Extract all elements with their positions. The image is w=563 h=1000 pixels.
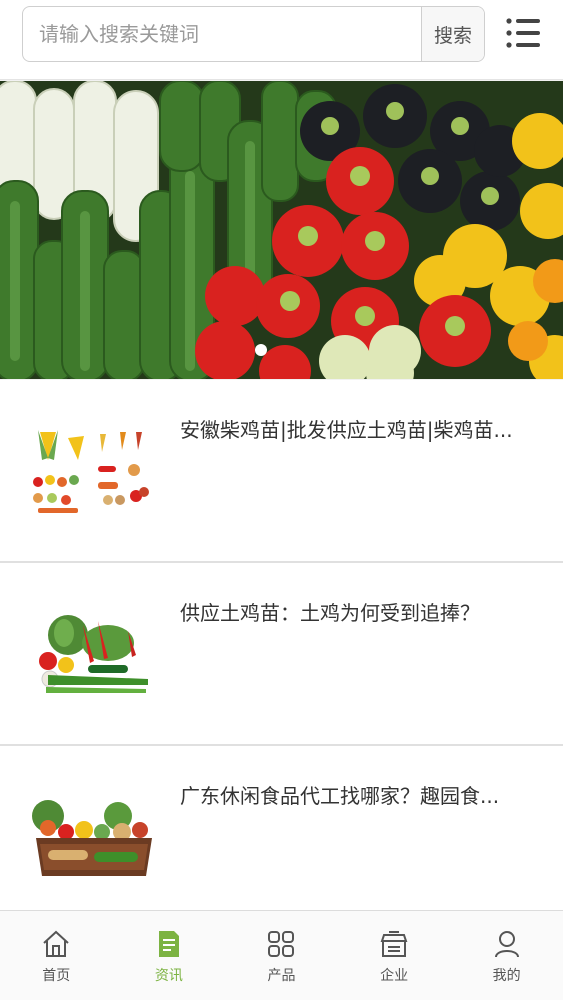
list-menu-icon[interactable] (503, 13, 543, 53)
tab-label: 首页 (42, 968, 71, 984)
banner-image (0, 81, 563, 379)
news-item[interactable]: 广东休闲食品代工找哪家？趣园食... (0, 746, 563, 929)
store-icon (380, 931, 408, 957)
news-title[interactable]: 安徽柴鸡苗|批发供应土鸡苗|柴鸡苗... (180, 414, 540, 443)
bottom-tab-bar: 首页 资讯 产品 企业 我的 (0, 910, 563, 1000)
grid-icon (268, 931, 295, 957)
search-button[interactable]: 搜索 (421, 7, 484, 61)
user-icon (494, 931, 519, 958)
tab-home[interactable]: 首页 (0, 911, 113, 1000)
tab-label: 资讯 (154, 968, 183, 984)
news-title[interactable]: 广东休闲食品代工找哪家？趣园食... (180, 780, 540, 809)
slide-indicator-dot[interactable] (255, 344, 267, 356)
tab-company[interactable]: 企业 (338, 911, 451, 1000)
news-thumbnail (28, 420, 158, 520)
page: 搜索 (0, 0, 563, 1000)
news-thumbnail (28, 603, 158, 703)
tab-news[interactable]: 资讯 (113, 911, 226, 1000)
news-doc-icon (158, 931, 179, 957)
banner-carousel[interactable] (0, 81, 563, 379)
header: 搜索 (0, 0, 563, 80)
news-title[interactable]: 供应土鸡苗：土鸡为何受到追捧？ (180, 597, 540, 626)
news-item[interactable]: 安徽柴鸡苗|批发供应土鸡苗|柴鸡苗... (0, 380, 563, 563)
news-thumbnail (28, 786, 158, 886)
search-box: 搜索 (22, 6, 485, 62)
tab-label: 我的 (492, 968, 521, 984)
tab-label: 产品 (267, 968, 296, 984)
tab-mine[interactable]: 我的 (450, 911, 563, 1000)
home-icon (43, 930, 69, 957)
tab-label: 企业 (380, 968, 409, 984)
tab-products[interactable]: 产品 (225, 911, 338, 1000)
search-input[interactable] (23, 7, 421, 61)
news-list: 安徽柴鸡苗|批发供应土鸡苗|柴鸡苗... 供应土鸡苗：土鸡为何受到追捧？ 广东休… (0, 380, 563, 929)
news-item[interactable]: 供应土鸡苗：土鸡为何受到追捧？ (0, 563, 563, 746)
